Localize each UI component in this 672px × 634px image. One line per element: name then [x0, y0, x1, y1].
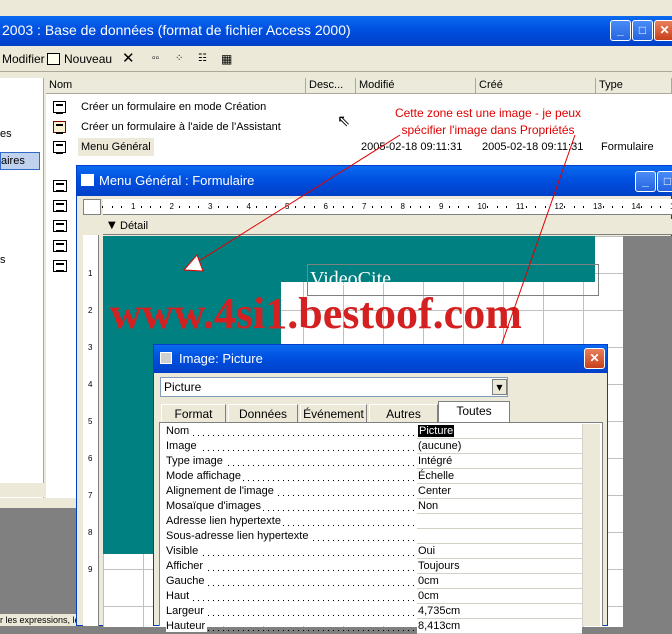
property-sheet-scrollbar[interactable] — [582, 424, 600, 626]
property-label: Mosaïque d'images — [166, 499, 416, 514]
property-label: Hauteur — [166, 619, 416, 634]
tab-other[interactable]: Autres — [369, 404, 438, 422]
property-row[interactable]: Gauche 0cm — [166, 574, 582, 589]
property-row[interactable]: Type image Intégré — [166, 454, 582, 469]
property-value[interactable]: 0cm — [417, 574, 582, 589]
property-label: Image — [166, 439, 416, 454]
property-label: Gauche — [166, 574, 416, 589]
property-row[interactable]: Mosaïque d'images Non — [166, 499, 582, 514]
property-value[interactable]: Non — [417, 499, 582, 514]
property-value[interactable]: Intégré — [417, 454, 582, 469]
tab-data[interactable]: Données — [228, 404, 298, 422]
property-label: Largeur — [166, 604, 416, 619]
tab-format[interactable]: Format — [161, 404, 226, 422]
property-value[interactable] — [417, 514, 582, 529]
property-row[interactable]: Haut 0cm — [166, 589, 582, 604]
chevron-down-icon[interactable]: ▼ — [492, 379, 507, 395]
property-value[interactable]: Picture — [417, 424, 582, 439]
property-label: Sous-adresse lien hypertexte — [166, 529, 416, 544]
properties-title: Image: Picture — [179, 351, 263, 366]
property-label: Nom — [166, 424, 416, 439]
property-row[interactable]: Alignement de l'image Center — [166, 484, 582, 499]
property-row[interactable]: Afficher Toujours — [166, 559, 582, 574]
property-value[interactable]: 8,413cm — [417, 619, 582, 634]
property-value[interactable]: 0cm — [417, 589, 582, 604]
property-value[interactable]: Oui — [417, 544, 582, 559]
property-value[interactable]: 4,735cm — [417, 604, 582, 619]
property-value[interactable]: Center — [417, 484, 582, 499]
property-label: Afficher — [166, 559, 416, 574]
properties-titlebar[interactable]: Image: Picture ✕ — [154, 345, 607, 373]
property-row[interactable]: Visible Oui — [166, 544, 582, 559]
property-row[interactable]: Mode affichage Échelle — [166, 469, 582, 484]
object-select[interactable]: Picture ▼ — [160, 377, 508, 397]
property-row[interactable]: Image (aucune) — [166, 439, 582, 454]
properties-window-icon — [160, 352, 172, 364]
tab-all[interactable]: Toutes — [438, 401, 510, 423]
property-row[interactable]: Adresse lien hypertexte — [166, 514, 582, 529]
object-select-value: Picture — [164, 380, 202, 394]
property-label: Haut — [166, 589, 416, 604]
property-row[interactable]: Hauteur 8,413cm — [166, 619, 582, 634]
property-row[interactable]: Sous-adresse lien hypertexte — [166, 529, 582, 544]
property-label: Type image — [166, 454, 416, 469]
property-value[interactable] — [417, 529, 582, 544]
property-row[interactable]: Largeur 4,735cm — [166, 604, 582, 619]
property-value[interactable]: (aucune) — [417, 439, 582, 454]
property-label: Visible — [166, 544, 416, 559]
property-label: Mode affichage — [166, 469, 416, 484]
property-value[interactable]: Toujours — [417, 559, 582, 574]
property-value[interactable]: Échelle — [417, 469, 582, 484]
property-label: Adresse lien hypertexte — [166, 514, 416, 529]
tab-event[interactable]: Événement — [300, 404, 367, 422]
property-row[interactable]: Nom Picture — [166, 424, 582, 439]
property-label: Alignement de l'image — [166, 484, 416, 499]
properties-close-button[interactable]: ✕ — [584, 348, 605, 369]
